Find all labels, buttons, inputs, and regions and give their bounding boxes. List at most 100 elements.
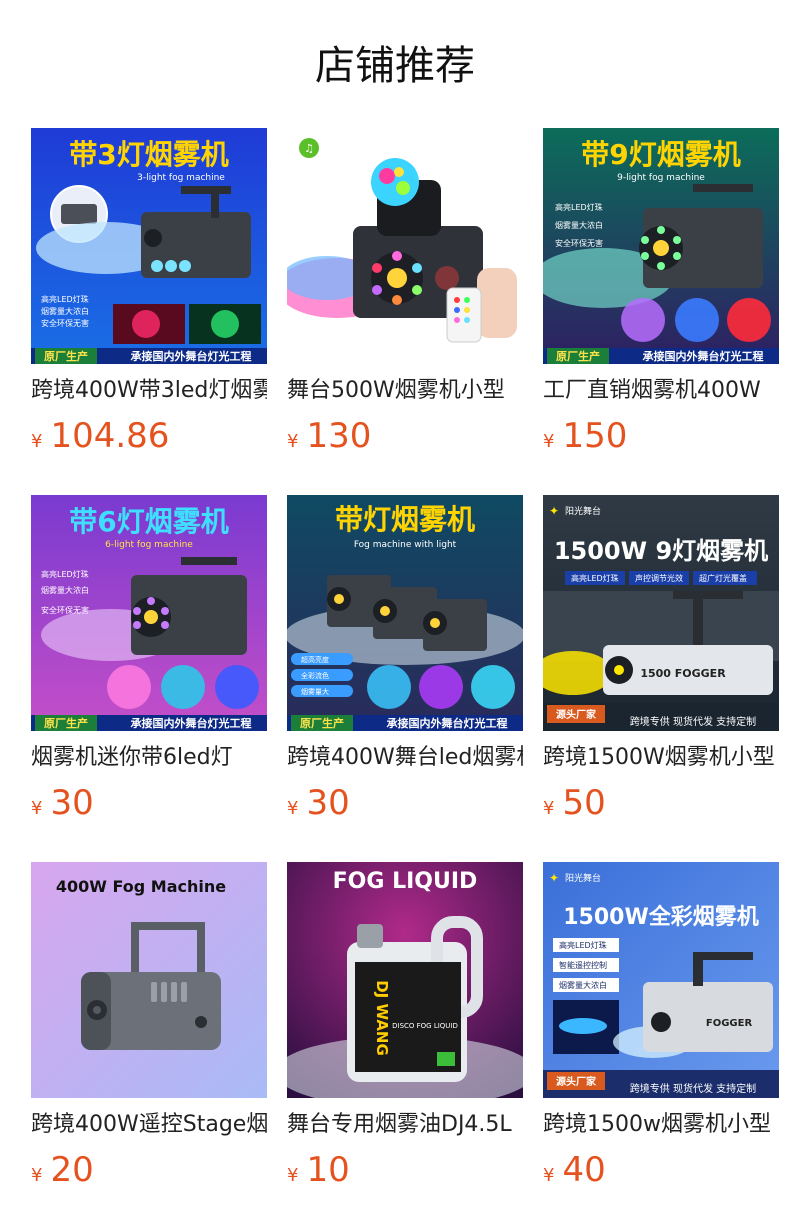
product-price: ¥30 <box>31 781 267 825</box>
feature-text: 高亮LED灯珠 <box>571 573 619 583</box>
feature-text: 烟雾量大 <box>301 687 329 696</box>
feature-text: 高亮LED灯珠 <box>41 294 89 304</box>
product-card[interactable]: FOG LIQUID DJ WANG DISCO FOG LIQUID 舞台专用… <box>287 862 523 1229</box>
currency-symbol: ¥ <box>31 431 43 452</box>
image-label: 1500 FOGGER <box>640 667 726 680</box>
price-value: 20 <box>50 1150 94 1190</box>
product-price: ¥40 <box>543 1148 779 1192</box>
image-headline: 带3灯烟雾机 <box>69 138 228 171</box>
feature-text: 高亮LED灯珠 <box>559 940 607 950</box>
price-value: 10 <box>306 1150 350 1190</box>
image-badge: 原厂生产 <box>44 716 88 730</box>
product-title[interactable]: 舞台专用烟雾油DJ4.5L <box>287 1110 523 1140</box>
image-badge: 原厂生产 <box>44 349 88 363</box>
product-image[interactable]: 带6灯烟雾机 6-light fog machine 高亮LED灯珠 烟雾量大浓… <box>31 495 267 731</box>
product-image[interactable]: ✦ 阳光舞台 1500W全彩烟雾机 高亮LED灯珠 智能遥控控制 烟雾量大浓白 <box>543 862 779 1098</box>
product-image[interactable]: ♫ <box>287 128 523 364</box>
brand-logo-icon: ✦ <box>549 504 559 518</box>
product-title[interactable]: 跨境400W遥控Stage烟雾机 <box>31 1110 267 1140</box>
price-value: 130 <box>306 416 372 456</box>
image-headline: 带灯烟雾机 <box>335 503 475 536</box>
music-icon: ♫ <box>304 142 314 155</box>
currency-symbol: ¥ <box>543 431 555 452</box>
feature-text: 高亮LED灯珠 <box>555 202 603 212</box>
currency-symbol: ¥ <box>31 1165 43 1186</box>
image-footer: 承接国内外舞台灯光工程 <box>131 716 252 730</box>
image-footer: 跨境专供 现货代发 支持定制 <box>630 715 756 728</box>
product-price: ¥20 <box>31 1148 267 1192</box>
image-subline: Fog machine with light <box>354 540 457 550</box>
image-subline: 6-light fog machine <box>105 540 193 550</box>
feature-text: 超广灯光覆盖 <box>699 573 747 583</box>
product-image[interactable]: 带3灯烟雾机 3-light fog machine 高亮LED灯珠 烟雾量大浓… <box>31 128 267 364</box>
product-title[interactable]: 舞台500W烟雾机小型 <box>287 376 523 406</box>
feature-text: 烟雾量大浓白 <box>559 980 607 990</box>
product-price: ¥10 <box>287 1148 523 1192</box>
image-subline: 9-light fog machine <box>617 173 705 183</box>
product-title[interactable]: 跨境400W带3led灯烟雾机 <box>31 376 267 406</box>
product-title[interactable]: 跨境1500w烟雾机小型 <box>543 1110 779 1140</box>
section-title: 店铺推荐 <box>315 43 475 89</box>
image-footer: 跨境专供 现货代发 支持定制 <box>630 1082 756 1095</box>
price-value: 30 <box>50 783 94 823</box>
product-title[interactable]: 烟雾机迷你带6led灯 <box>31 743 267 773</box>
product-price: ¥150 <box>543 414 779 458</box>
image-badge: 源头厂家 <box>556 1075 597 1088</box>
image-headline: 1500W全彩烟雾机 <box>563 904 759 930</box>
product-card[interactable]: 带9灯烟雾机 9-light fog machine 高亮LED灯珠 烟雾量大浓… <box>543 128 779 495</box>
image-headline: 带9灯烟雾机 <box>581 138 740 171</box>
currency-symbol: ¥ <box>287 798 299 819</box>
currency-symbol: ¥ <box>543 1165 555 1186</box>
product-price: ¥130 <box>287 414 523 458</box>
image-footer: 承接国内外舞台灯光工程 <box>643 349 764 363</box>
product-card[interactable]: 带3灯烟雾机 3-light fog machine 高亮LED灯珠 烟雾量大浓… <box>31 128 267 495</box>
image-label: FOGGER <box>706 1018 753 1029</box>
product-price: ¥30 <box>287 781 523 825</box>
feature-text: 烟雾量大浓白 <box>41 585 89 595</box>
product-image[interactable]: 400W Fog Machine <box>31 862 267 1098</box>
price-value: 50 <box>562 783 606 823</box>
feature-text: 超高亮度 <box>301 655 329 664</box>
product-card[interactable]: 400W Fog Machine 跨境400W遥控Stage烟 ¥ 20 <box>31 862 267 1229</box>
product-card[interactable]: 带灯烟雾机 Fog machine with light 超高亮度 全彩流色 烟… <box>287 495 523 862</box>
product-price: ¥50 <box>543 781 779 825</box>
image-headline: FOG LIQUID <box>333 869 478 894</box>
image-footer: 承接国内外舞台灯光工程 <box>131 349 252 363</box>
product-image[interactable]: FOG LIQUID DJ WANG DISCO FOG LIQUID <box>287 862 523 1098</box>
image-badge: 源头厂家 <box>556 708 597 721</box>
image-subline: 3-light fog machine <box>137 173 225 183</box>
image-brand: DJ WANG <box>373 980 391 1056</box>
feature-text: 智能遥控控制 <box>559 960 607 970</box>
product-card[interactable]: 带6灯烟雾机 6-light fog machine 高亮LED灯珠 烟雾量大浓… <box>31 495 267 862</box>
brand-logo-icon: ✦ <box>549 871 559 885</box>
currency-symbol: ¥ <box>543 798 555 819</box>
product-title[interactable]: 跨境1500W烟雾机小型 <box>543 743 779 773</box>
feature-text: 安全环保无害 <box>555 238 603 248</box>
price-value: 150 <box>562 416 628 456</box>
feature-text: 声控调节光效 <box>635 573 683 583</box>
feature-text: 安全环保无害 <box>41 318 89 328</box>
feature-text: 全彩流色 <box>301 671 329 680</box>
product-title[interactable]: 跨境400W舞台led烟雾机 <box>287 743 523 773</box>
product-image[interactable]: 带灯烟雾机 Fog machine with light 超高亮度 全彩流色 烟… <box>287 495 523 731</box>
product-card[interactable]: ♫ 舞台500W烟雾机小型 ¥ 130 <box>287 128 523 495</box>
product-grid: 带3灯烟雾机 3-light fog machine 高亮LED灯珠 烟雾量大浓… <box>31 128 779 1229</box>
currency-symbol: ¥ <box>31 798 43 819</box>
price-value: 30 <box>306 783 350 823</box>
feature-text: 烟雾量大浓白 <box>41 306 89 316</box>
image-brand: 阳光舞台 <box>565 505 601 517</box>
product-card[interactable]: ✦ 阳光舞台 1500W 9灯烟雾机 高亮LED灯珠 声控调节光效 超广灯光覆盖 <box>543 495 779 862</box>
product-image[interactable]: 带9灯烟雾机 9-light fog machine 高亮LED灯珠 烟雾量大浓… <box>543 128 779 364</box>
product-card[interactable]: ✦ 阳光舞台 1500W全彩烟雾机 高亮LED灯珠 智能遥控控制 烟雾量大浓白 <box>543 862 779 1229</box>
image-headline: 带6灯烟雾机 <box>69 505 228 538</box>
currency-symbol: ¥ <box>287 1165 299 1186</box>
product-title[interactable]: 工厂直销烟雾机400W <box>543 376 779 406</box>
image-badge: 原厂生产 <box>556 349 600 363</box>
image-badge: 原厂生产 <box>300 716 344 730</box>
product-image[interactable]: ✦ 阳光舞台 1500W 9灯烟雾机 高亮LED灯珠 声控调节光效 超广灯光覆盖 <box>543 495 779 731</box>
recommendation-page: 店铺推荐 带3灯烟雾机 3-light fog machine 高亮LED灯珠 … <box>0 0 790 1230</box>
image-headline: 1500W 9灯烟雾机 <box>554 537 768 565</box>
price-value: 104.86 <box>50 416 170 456</box>
product-price: ¥104.86 <box>31 414 267 458</box>
image-footer: 承接国内外舞台灯光工程 <box>387 716 508 730</box>
